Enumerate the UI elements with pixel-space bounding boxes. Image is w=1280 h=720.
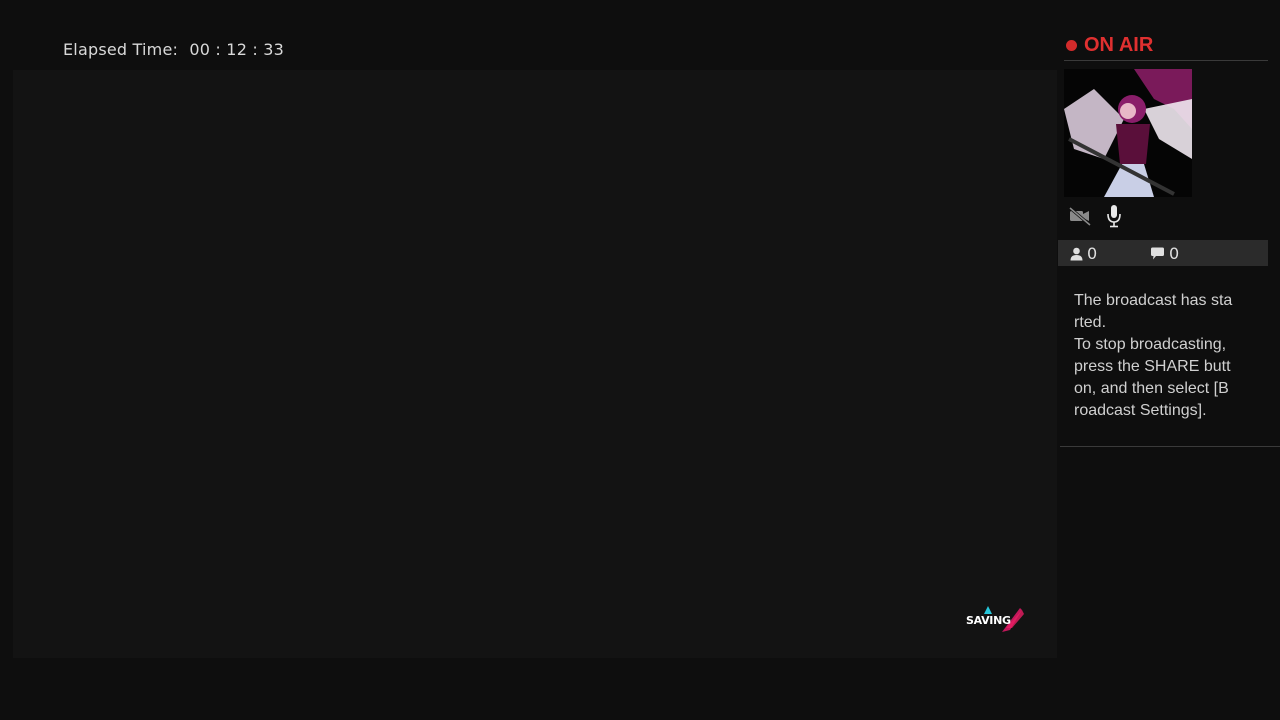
stats-bar: 0 0 — [1058, 240, 1268, 266]
camera-off-icon[interactable] — [1068, 206, 1092, 227]
message-line-instructions: To stop broadcasting, press the SHARE bu… — [1074, 336, 1231, 419]
saving-text: SAVING — [966, 614, 1011, 627]
broadcast-panel: ON AIR 0 0 The broadcast has started. To… — [1058, 28, 1280, 720]
elapsed-time-separator: : — [172, 40, 179, 59]
media-controls — [1068, 204, 1148, 228]
viewer-count: 0 — [1070, 244, 1097, 263]
avatar-image — [1064, 69, 1192, 197]
comment-count-value: 0 — [1169, 244, 1180, 263]
broadcaster-avatar — [1064, 69, 1192, 197]
on-air-header: ON AIR — [1064, 34, 1268, 61]
broadcast-screen: Elapsed Time: 00 : 12 : 33 SAVING ON AIR — [0, 0, 1280, 720]
speech-bubble-icon — [1151, 247, 1164, 259]
broadcast-status-message: The broadcast has started. To stop broad… — [1074, 290, 1234, 422]
elapsed-time-value: 00 : 12 : 33 — [189, 40, 284, 59]
elapsed-time-label: Elapsed Time — [63, 40, 173, 59]
live-dot-icon — [1066, 40, 1077, 51]
saving-indicator: SAVING — [962, 604, 1026, 636]
elapsed-time: Elapsed Time: 00 : 12 : 33 — [63, 40, 284, 59]
on-air-label: ON AIR — [1084, 34, 1154, 56]
person-icon — [1070, 247, 1083, 260]
game-video-area — [13, 70, 1057, 658]
comment-count: 0 — [1150, 244, 1179, 263]
panel-divider — [1060, 446, 1280, 447]
microphone-icon[interactable] — [1106, 204, 1122, 228]
viewer-count-value: 0 — [1087, 244, 1098, 263]
message-line-started: The broadcast has started. — [1074, 292, 1233, 331]
